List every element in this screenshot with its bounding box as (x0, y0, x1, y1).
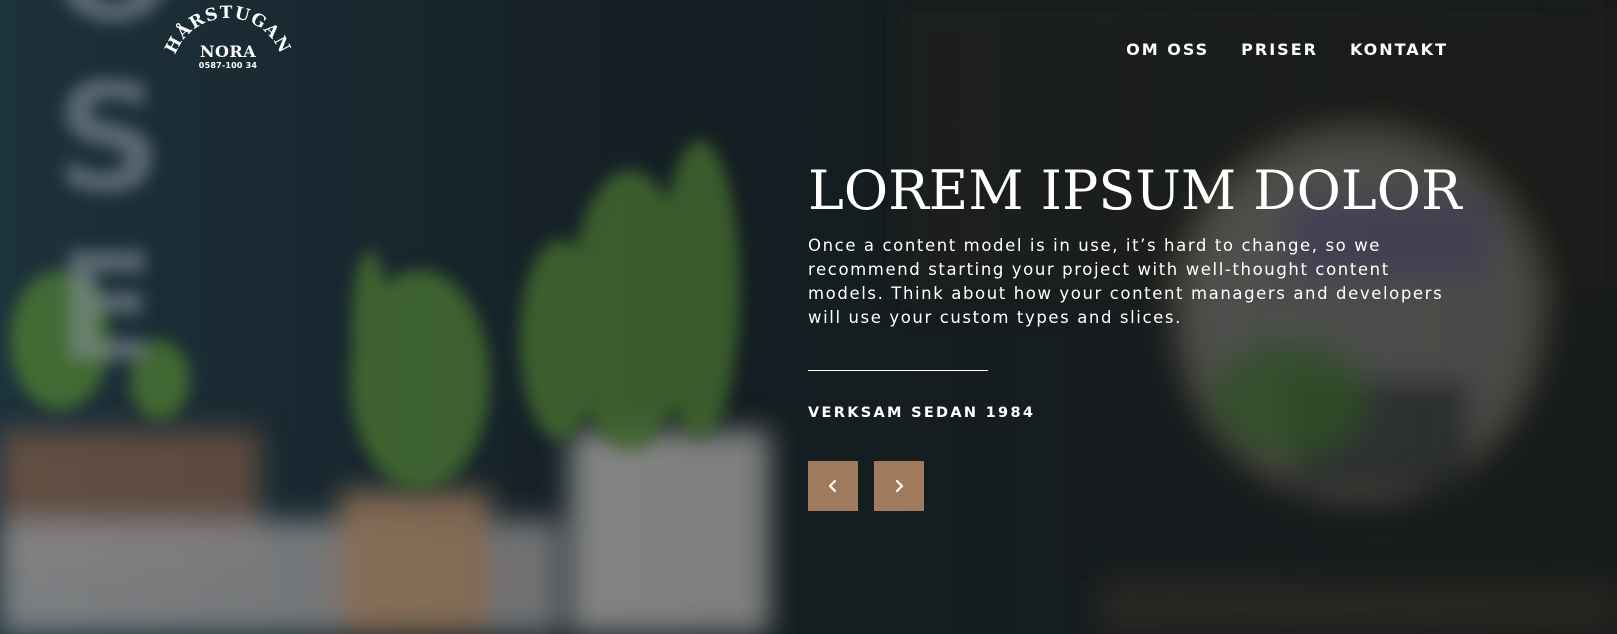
slider-controls (808, 461, 1488, 511)
logo[interactable]: HÅRSTUGAN NORA 0587-100 34 (161, 3, 293, 80)
main-nav: OM OSS PRISER KONTAKT (1126, 40, 1448, 59)
slider-prev-button[interactable] (808, 461, 858, 511)
hero-tagline: VERKSAM SEDAN 1984 (808, 405, 1036, 421)
hero-title: LOREM IPSUM DOLOR (808, 159, 1462, 222)
logo-phone: 0587-100 34 (198, 61, 258, 70)
nav-item-om-oss[interactable]: OM OSS (1126, 40, 1209, 59)
hero-content: LOREM IPSUM DOLOR Once a content model i… (808, 160, 1488, 511)
chevron-left-icon (828, 479, 837, 493)
chevron-right-icon (895, 479, 904, 493)
hero-description: Once a content model is in use, it’s har… (808, 236, 1444, 327)
hero-divider (808, 370, 988, 371)
slider-next-button[interactable] (874, 461, 924, 511)
nav-item-priser[interactable]: PRISER (1241, 40, 1318, 59)
logo-name: NORA (199, 42, 257, 61)
nav-item-kontakt[interactable]: KONTAKT (1350, 40, 1448, 59)
